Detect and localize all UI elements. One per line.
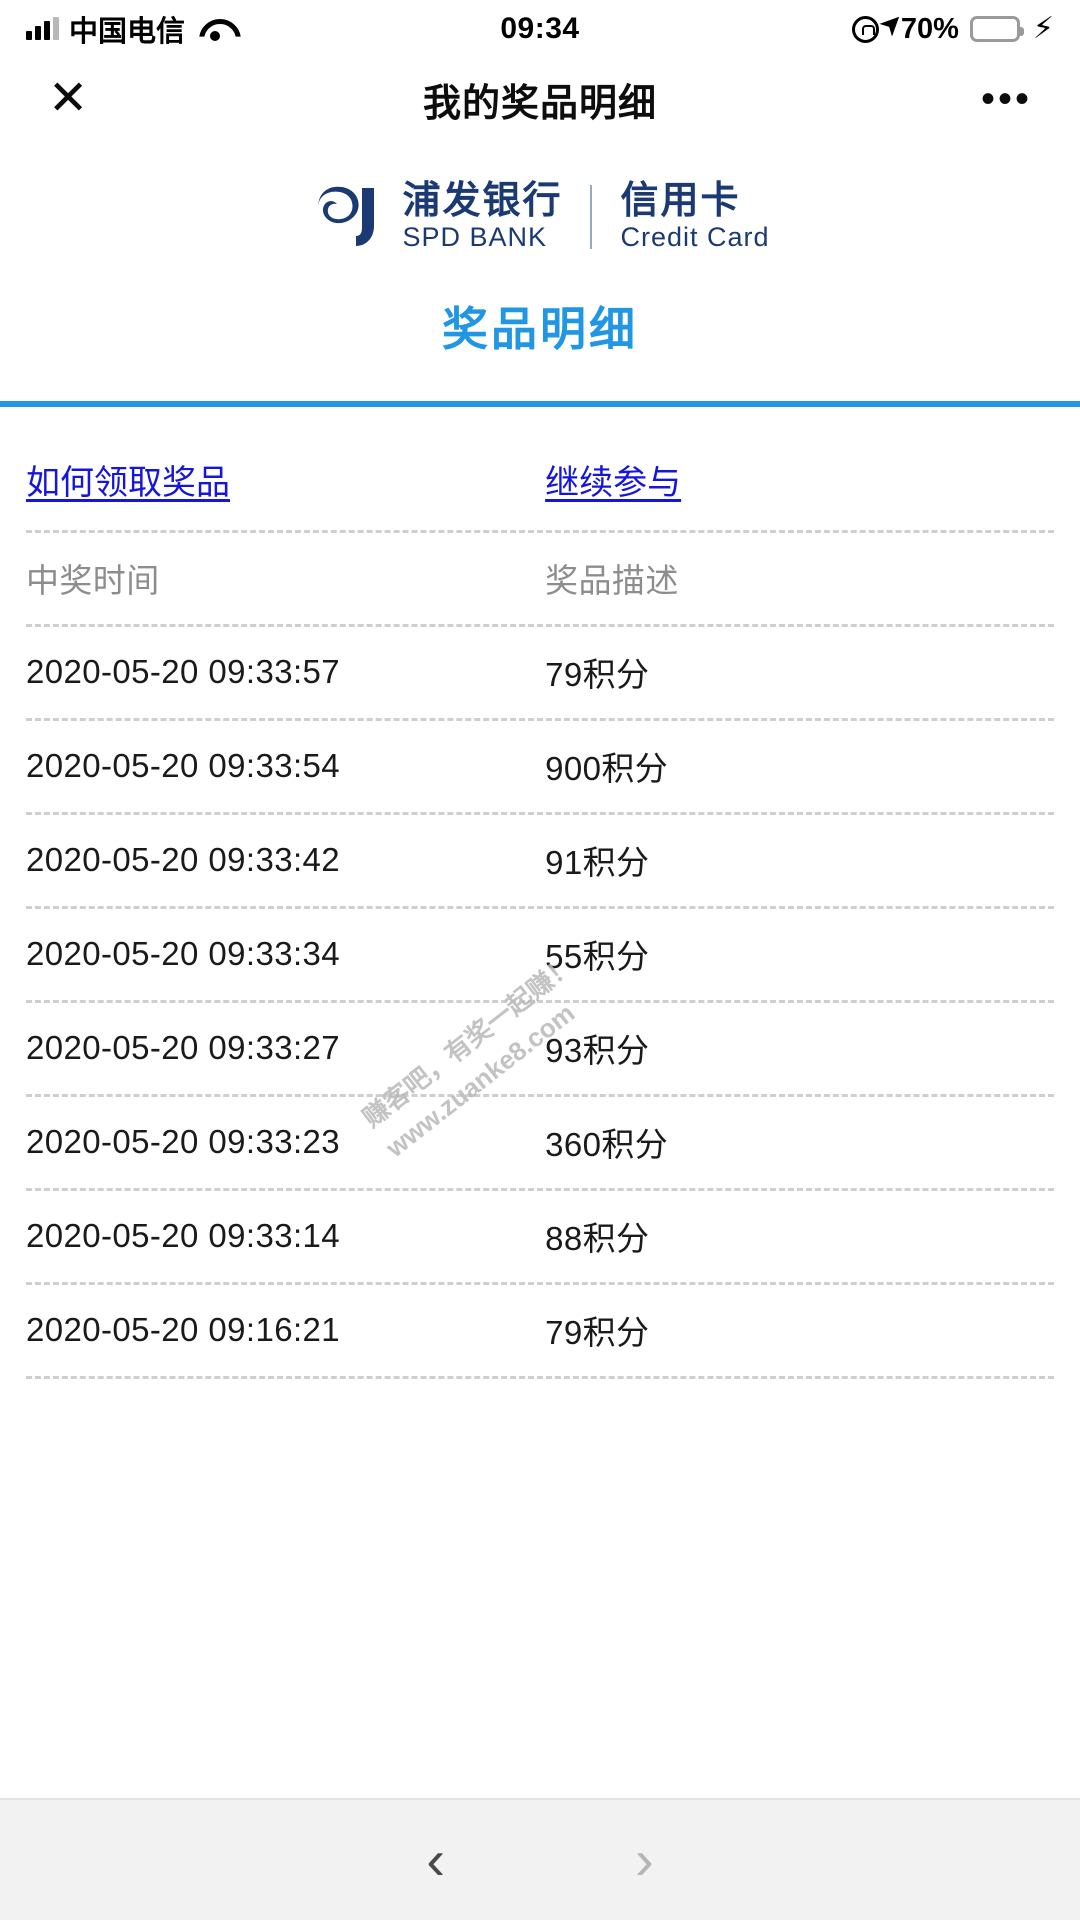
table-row[interactable]: 2020-05-20 09:33:42 91积分 [26,815,1054,906]
brand-logo: 浦发银行 SPD BANK 信用卡 Credit Card [0,180,1080,253]
brand-divider [590,185,593,250]
cell-win-time: 2020-05-20 09:33:23 [26,1123,341,1161]
continue-participate-link[interactable]: 继续参与 [545,464,681,502]
table-body: 2020-05-20 09:33:57 79积分 2020-05-20 09:33:… [26,623,1054,1379]
cell-win-time: 2020-05-20 09:33:54 [26,747,341,785]
table-row[interactable]: 2020-05-20 09:33:27 93积分 [26,1003,1054,1094]
status-bar: 中国电信 09:34 70% ⚡ [0,0,1080,58]
column-header-desc: 奖品描述 [545,562,679,600]
chevron-left-icon[interactable]: ‹ [426,1832,445,1888]
links-row: 如何领取奖品 继续参与 [26,407,1054,530]
battery-icon [969,16,1024,42]
cell-prize-desc: 55积分 [545,938,650,976]
cell-prize-desc: 360积分 [545,1126,669,1164]
table-row[interactable]: 2020-05-20 09:33:23 360积分 [26,1097,1054,1188]
content-area: 如何领取奖品 继续参与 中奖时间 奖品描述 2020-05-20 09:33:5… [0,407,1080,1379]
brand-product-block: 信用卡 Credit Card [620,180,770,253]
cell-win-time: 2020-05-20 09:33:57 [26,653,341,691]
cell-prize-desc: 79积分 [545,1314,650,1352]
cell-win-time: 2020-05-20 09:33:14 [26,1217,341,1255]
table-row[interactable]: 2020-05-20 09:33:57 79积分 [26,627,1054,718]
divider [26,1375,1054,1379]
brand-name-cn: 浦发银行 [402,180,563,222]
table-row[interactable]: 2020-05-20 09:16:21 79积分 [26,1285,1054,1376]
brand-product-cn: 信用卡 [620,180,741,222]
links-col-left: 如何领取奖品 [26,455,545,504]
table-row[interactable]: 2020-05-20 09:33:14 88积分 [26,1191,1054,1282]
brand-name-block: 浦发银行 SPD BANK [402,180,563,253]
cell-prize-desc: 88积分 [545,1220,650,1258]
how-to-claim-link[interactable]: 如何领取奖品 [26,464,230,502]
section-heading: 奖品明细 [442,302,638,355]
table-row[interactable]: 2020-05-20 09:33:54 900积分 [26,721,1054,812]
brand-name-en: SPD BANK [402,221,548,252]
navigation-bar: ✕ 我的奖品明细 ••• [0,58,1080,140]
table-header-row: 中奖时间 奖品描述 [26,533,1054,624]
column-header-time: 中奖时间 [26,562,160,600]
status-bar-clock: 09:34 [500,12,580,45]
spd-bank-logo-icon [318,187,375,247]
cell-prize-desc: 79积分 [545,656,650,694]
cell-win-time: 2020-05-20 09:33:34 [26,935,341,973]
cell-prize-desc: 91积分 [545,844,650,882]
page-title: 我的奖品明细 [422,82,657,125]
table-row[interactable]: 2020-05-20 09:33:34 55积分 [26,909,1054,1000]
browser-bottom-bar: ‹ › [0,1798,1080,1920]
cell-win-time: 2020-05-20 09:33:42 [26,841,341,879]
chevron-right-icon[interactable]: › [635,1832,654,1888]
cell-win-time: 2020-05-20 09:16:21 [26,1311,341,1349]
cell-prize-desc: 93积分 [545,1032,650,1070]
brand-product-en: Credit Card [620,221,770,252]
cell-prize-desc: 900积分 [545,750,669,788]
phone-screen: 中国电信 09:34 70% ⚡ ✕ 我的奖品明细 ••• 浦发银行 SPD B… [0,0,1080,1920]
links-col-right: 继续参与 [545,455,1054,504]
cell-win-time: 2020-05-20 09:33:27 [26,1029,341,1067]
